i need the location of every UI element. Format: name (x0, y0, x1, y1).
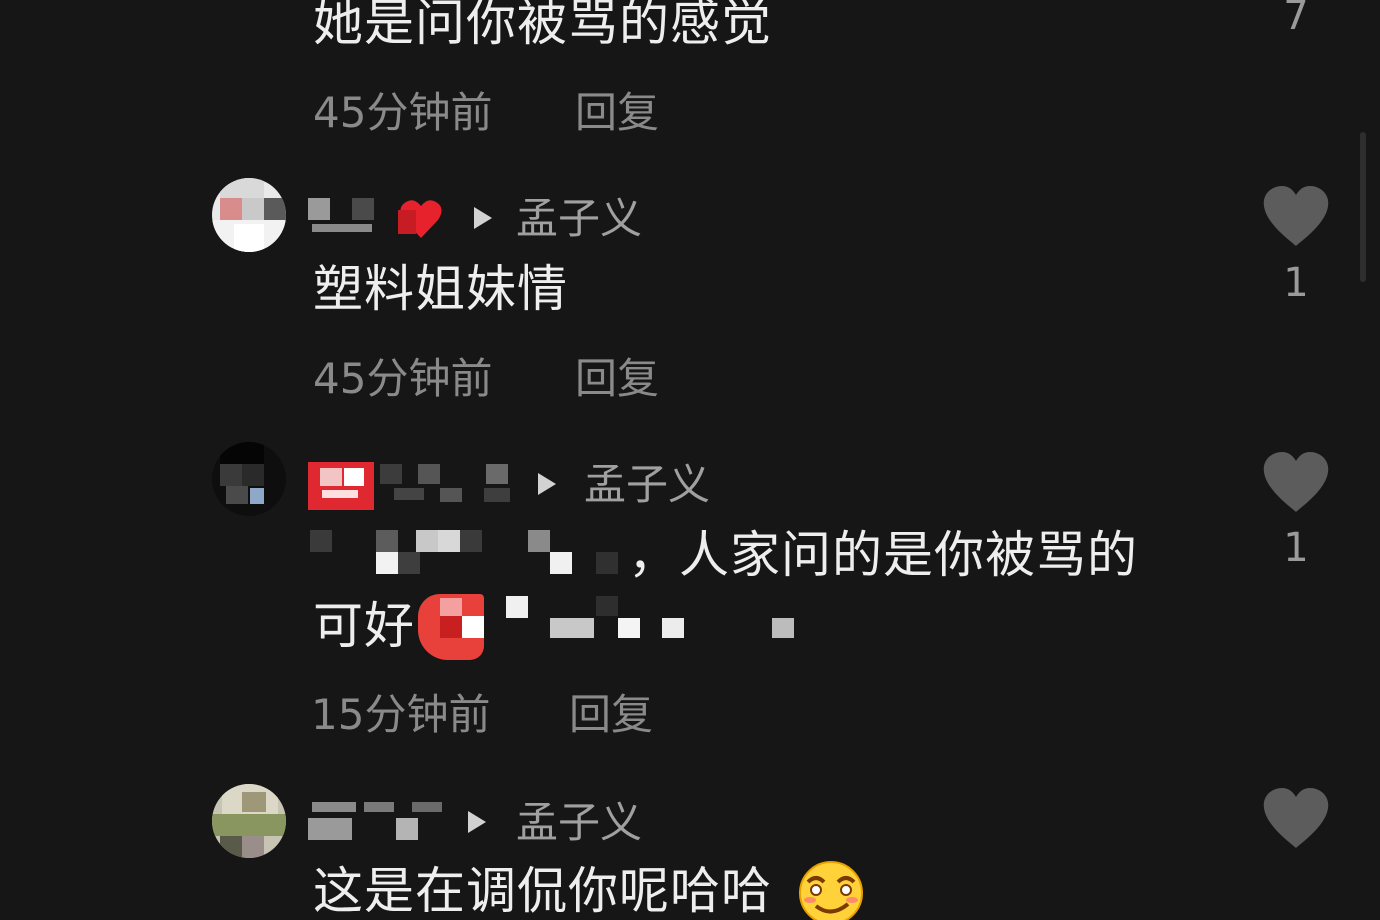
username-blurred[interactable] (308, 198, 378, 238)
reply-target-name[interactable]: 孟子义 (516, 198, 642, 240)
like-count: 1 (1283, 525, 1309, 571)
comment-text-line2: 可好 (313, 597, 415, 655)
comment-meta: 15分钟前 回复 (311, 694, 653, 736)
play-triangle-icon (468, 811, 486, 833)
badge-blurred (308, 462, 374, 510)
comment-text: 这是在调侃你呢哈哈 (313, 862, 772, 920)
avatar[interactable] (212, 442, 286, 516)
mosaic-blurred-text (306, 526, 636, 582)
heart-icon[interactable] (1262, 788, 1330, 850)
comment-header: 孟子义 (308, 794, 828, 850)
comment-list-screen: 她是问你被骂的感觉 45分钟前 回复 7 孟子义 塑料姐妹情 45分钟前 回复 (0, 0, 1380, 920)
heart-icon[interactable] (1262, 186, 1330, 248)
comment-header: 孟子义 (308, 190, 828, 246)
reply-target-name[interactable]: 孟子义 (584, 464, 710, 506)
reply-button[interactable]: 回复 (575, 358, 659, 400)
play-triangle-icon (474, 207, 492, 229)
comment-text: 塑料姐妹情 (313, 260, 568, 318)
smirk-emoji-icon (796, 860, 866, 920)
heart-badge-icon (398, 194, 444, 242)
comment-meta: 45分钟前 回复 (313, 92, 659, 134)
comment-time: 45分钟前 (313, 354, 493, 403)
comment-text: ，人家问的是你被骂的 (628, 526, 1138, 584)
comment-text: 她是问你被骂的感觉 (313, 0, 772, 52)
username-blurred[interactable] (308, 800, 448, 844)
avatar[interactable] (212, 784, 286, 858)
comment-time: 45分钟前 (313, 88, 493, 137)
reply-target-name[interactable]: 孟子义 (516, 802, 642, 844)
comment-meta: 45分钟前 回复 (313, 358, 659, 400)
avatar[interactable] (212, 178, 286, 252)
comment-header: 孟子义 (308, 456, 828, 512)
like-count: 1 (1283, 260, 1309, 306)
heart-icon[interactable] (1262, 452, 1330, 514)
comment-time: 15分钟前 (311, 690, 491, 739)
mosaic-blurred-emoji (418, 594, 798, 662)
reply-button[interactable]: 回复 (569, 694, 653, 736)
username-blurred[interactable] (374, 462, 524, 510)
play-triangle-icon (538, 473, 556, 495)
scrollbar[interactable] (1360, 132, 1366, 282)
reply-button[interactable]: 回复 (575, 92, 659, 134)
like-count: 7 (1283, 0, 1309, 39)
